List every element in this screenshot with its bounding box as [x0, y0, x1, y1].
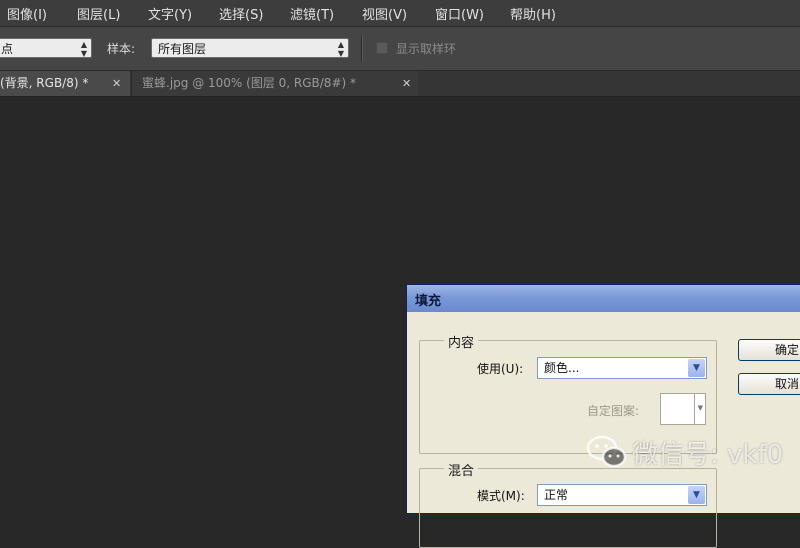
menu-view[interactable]: 视图(V) [362, 4, 407, 23]
watermark-text: 微信号: vkf0 [632, 440, 784, 470]
sample-value: 所有图层 [158, 42, 207, 56]
mode-label: 模式(M): [477, 489, 525, 503]
document-tabs: (背景, RGB/8) * ✕ 蜜蜂.jpg @ 100% (图层 0, RGB… [0, 71, 800, 97]
chevron-down-icon: ▼ [697, 404, 703, 412]
ok-button[interactable]: 确定 [738, 339, 800, 361]
cancel-button[interactable]: 取消 [738, 373, 800, 395]
tab-label: 蜜蜂.jpg @ 100% (图层 0, RGB/8#) * [142, 76, 356, 90]
tab-document-1[interactable]: (背景, RGB/8) * ✕ [0, 71, 130, 96]
tab-label: (背景, RGB/8) * [0, 76, 89, 90]
close-icon[interactable]: ✕ [112, 71, 121, 96]
menu-window[interactable]: 窗口(W) [435, 4, 484, 23]
options-bar: 点 ▲ ▼ 样本: 所有图层 ▲ ▼ 显示取样环 [0, 27, 800, 71]
pattern-picker[interactable]: ▼ [660, 393, 706, 425]
select-arrows-icon: ▲ ▼ [337, 40, 344, 58]
chevron-down-icon[interactable]: ▼ [688, 359, 705, 377]
menu-image[interactable]: 图像(I) [7, 4, 47, 23]
menu-filter[interactable]: 滤镜(T) [290, 4, 334, 23]
show-ring-checkbox[interactable] [376, 42, 388, 54]
use-select[interactable]: 颜色... ▼ [537, 357, 707, 379]
menu-layer[interactable]: 图层(L) [77, 4, 120, 23]
close-icon[interactable]: ✕ [402, 71, 411, 96]
sample-label: 样本: [107, 42, 136, 56]
dialog-title: 填充 [415, 294, 442, 309]
menu-type[interactable]: 文字(Y) [148, 4, 192, 23]
fill-dialog: 填充 内容 使用(U): 颜色... ▼ 自定图案: ▼ 混合 模式(M): 正… [406, 284, 800, 548]
blend-group: 混合 模式(M): 正常 ▼ [419, 460, 717, 548]
options-divider [361, 36, 363, 62]
use-label: 使用(U): [477, 362, 524, 376]
blend-group-title: 混合 [444, 460, 479, 479]
use-value: 颜色... [544, 361, 580, 375]
select-arrows-icon: ▲ ▼ [80, 40, 87, 58]
show-ring-label: 显示取样环 [396, 42, 457, 56]
sample-select[interactable]: 所有图层 ▲ ▼ [151, 38, 349, 58]
sample-size-select[interactable]: 点 ▲ ▼ [0, 38, 92, 58]
dialog-titlebar[interactable]: 填充 [407, 285, 800, 312]
menu-select[interactable]: 选择(S) [219, 4, 263, 23]
mode-select[interactable]: 正常 ▼ [537, 484, 707, 506]
menu-help[interactable]: 帮助(H) [510, 4, 556, 23]
wechat-icon [586, 435, 627, 468]
sample-size-value: 点 [1, 42, 14, 56]
pattern-label: 自定图案: [587, 404, 640, 418]
menu-bar: 图像(I) 图层(L) 文字(Y) 选择(S) 滤镜(T) 视图(V) 窗口(W… [0, 0, 800, 27]
content-group-title: 内容 [444, 332, 479, 351]
dialog-body: 内容 使用(U): 颜色... ▼ 自定图案: ▼ 混合 模式(M): 正常 ▼… [407, 312, 800, 548]
tab-document-2[interactable]: 蜜蜂.jpg @ 100% (图层 0, RGB/8#) * ✕ [131, 71, 418, 96]
chevron-down-icon[interactable]: ▼ [688, 486, 705, 504]
pattern-divider [694, 394, 695, 424]
